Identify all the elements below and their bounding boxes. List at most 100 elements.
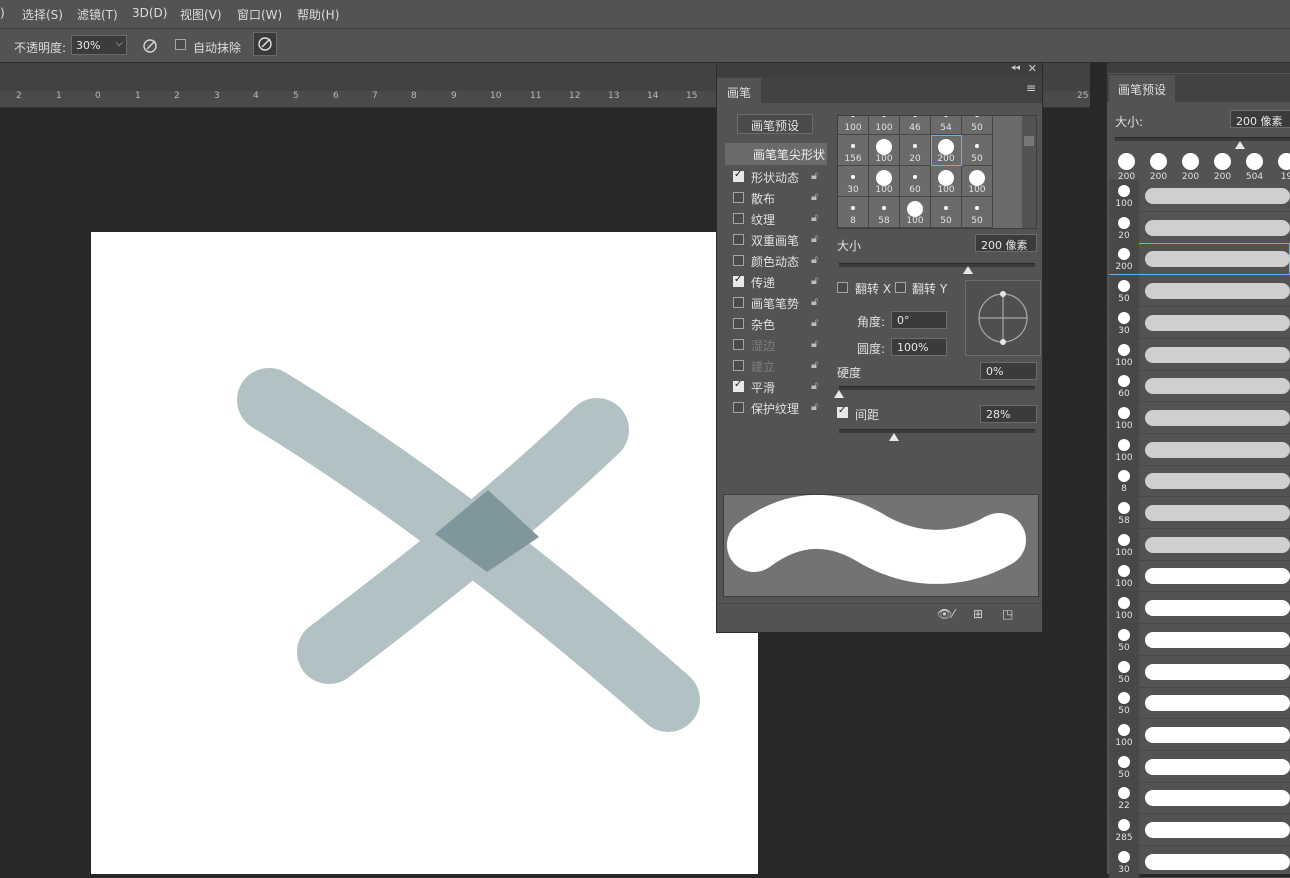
preset-row[interactable]: 100 — [1109, 338, 1290, 371]
brush-tip-cell[interactable]: 20 — [900, 135, 931, 166]
brush-tip-cell[interactable]: 60 — [900, 166, 931, 197]
brush-option-checkbox[interactable] — [733, 360, 744, 371]
lock-icon[interactable]: 🔓︎ — [811, 358, 818, 372]
preset-size-field[interactable]: 200 像素 — [1230, 110, 1290, 128]
lock-icon[interactable]: 🔓︎ — [811, 337, 818, 351]
brush-presets-button[interactable]: 画笔预设 — [737, 114, 813, 134]
brush-option-row[interactable]: 形状动态 🔓︎ — [725, 166, 825, 186]
size-field[interactable]: 200 像素 — [975, 234, 1037, 252]
flip-x-checkbox[interactable] — [837, 282, 848, 293]
lock-icon[interactable]: 🔓︎ — [811, 295, 818, 309]
brush-tip-cell[interactable]: 100 — [962, 166, 993, 197]
brush-tip-cell[interactable]: 58 — [869, 197, 900, 228]
tab-brush[interactable]: 画笔 — [717, 78, 762, 104]
size-slider[interactable] — [839, 263, 1035, 267]
preset-row[interactable]: 50 — [1109, 750, 1290, 783]
panel-title-strip[interactable]: ◂◂ ✕ — [717, 62, 1042, 77]
brush-option-checkbox[interactable] — [733, 169, 744, 182]
lock-icon[interactable]: 🔓︎ — [811, 316, 818, 330]
menu-item-view[interactable]: 视图(V) — [180, 6, 222, 23]
preset-row[interactable]: 8 — [1109, 465, 1290, 498]
preset-row[interactable]: 100 — [1109, 433, 1290, 466]
brush-tip-cell[interactable]: 8 — [838, 197, 869, 228]
brush-option-checkbox[interactable] — [733, 255, 744, 266]
spacing-checkbox[interactable] — [837, 405, 848, 418]
roundness-field[interactable]: 100% — [891, 338, 947, 356]
brush-tip-cell[interactable]: 200 — [931, 135, 962, 166]
brush-tip-cell[interactable]: 100 — [838, 116, 869, 135]
lock-icon[interactable]: 🔓︎ — [811, 211, 818, 225]
brush-tip-cell[interactable]: 100 — [869, 116, 900, 135]
brush-option-row[interactable]: 颜色动态 🔓︎ — [725, 250, 825, 270]
preset-row[interactable]: 100 — [1109, 401, 1290, 434]
preset-row[interactable]: 58 — [1109, 497, 1290, 529]
brush-tip-cell[interactable]: 50 — [962, 135, 993, 166]
chevron-down-icon[interactable]: ⌵ — [115, 38, 123, 49]
lock-icon[interactable]: 🔓︎ — [811, 169, 818, 183]
collapse-icon[interactable]: ◂◂ — [1011, 63, 1020, 73]
brush-tip-cell[interactable]: 100 — [869, 166, 900, 197]
brush-tip-cell[interactable]: 46 — [900, 116, 931, 135]
preset-row[interactable]: 50 — [1109, 623, 1290, 656]
preset-row[interactable]: 100 — [1109, 180, 1290, 212]
preset-row[interactable]: 100 — [1109, 560, 1290, 593]
brush-tip-cell[interactable]: 50 — [962, 116, 993, 135]
preset-row[interactable]: 30 — [1109, 306, 1290, 339]
pressure-size-button[interactable] — [253, 32, 277, 56]
preset-row[interactable]: 60 — [1109, 370, 1290, 403]
preset-row[interactable]: 100 — [1109, 592, 1290, 625]
preset-row[interactable]: 200 — [1109, 243, 1290, 276]
preset-row[interactable]: 50 — [1109, 687, 1290, 720]
brush-option-checkbox[interactable] — [733, 379, 744, 392]
menu-item-filter[interactable]: 滤镜(T) — [77, 6, 118, 23]
preset-row[interactable]: 30 — [1109, 845, 1290, 878]
brush-tip-cell[interactable]: 100 — [869, 135, 900, 166]
lock-icon[interactable]: 🔓︎ — [811, 274, 818, 288]
brush-option-row[interactable]: 画笔笔势 🔓︎ — [725, 292, 825, 312]
brush-option-checkbox[interactable] — [733, 213, 744, 224]
lock-icon[interactable]: 🔓︎ — [811, 400, 818, 414]
hardness-slider-knob[interactable] — [834, 390, 844, 398]
brush-option-checkbox[interactable] — [733, 192, 744, 203]
hardness-slider[interactable] — [839, 386, 1035, 390]
new-preset-icon[interactable]: ◳ — [1002, 607, 1013, 621]
brush-option-checkbox[interactable] — [733, 402, 744, 413]
lock-icon[interactable]: 🔓︎ — [811, 379, 818, 393]
brush-tip-cell[interactable]: 156 — [838, 135, 869, 166]
brush-option-checkbox[interactable] — [733, 274, 744, 287]
preset-row[interactable]: 285 — [1109, 814, 1290, 846]
brush-option-row[interactable]: 保护纹理 🔓︎ — [725, 397, 825, 417]
brush-option-row[interactable]: 传递 🔓︎ — [725, 271, 825, 291]
panel-menu-icon[interactable]: ≡ — [1026, 81, 1036, 95]
tip-grid-scrollbar[interactable] — [1022, 116, 1036, 228]
spacing-field[interactable]: 28% — [980, 405, 1037, 423]
brush-option-row[interactable]: 双重画笔 🔓︎ — [725, 229, 825, 249]
spacing-slider[interactable] — [839, 429, 1035, 433]
preset-row[interactable]: 100 — [1109, 528, 1290, 561]
brush-tip-cell[interactable]: 30 — [838, 166, 869, 197]
preset-row[interactable]: 100 — [1109, 718, 1290, 751]
hardness-field[interactable]: 0% — [980, 362, 1037, 380]
brush-tip-cell[interactable]: 50 — [962, 197, 993, 228]
preset-size-slider[interactable] — [1115, 137, 1290, 141]
flip-y-checkbox[interactable] — [895, 282, 906, 293]
airbrush-pressure-icon[interactable] — [141, 37, 159, 55]
menu-item-help[interactable]: 帮助(H) — [297, 6, 339, 23]
size-slider-knob[interactable] — [963, 266, 974, 274]
brush-option-checkbox[interactable] — [733, 339, 744, 350]
preset-row[interactable]: 22 — [1109, 782, 1290, 815]
grid-icon[interactable]: ⊞ — [973, 607, 983, 621]
brush-option-row[interactable]: 纹理 🔓︎ — [725, 208, 825, 228]
brush-tip-cell[interactable]: 100 — [900, 197, 931, 228]
toggle-proof-icon[interactable]: 👁︎⁄ — [937, 607, 954, 621]
brush-option-checkbox[interactable] — [733, 297, 744, 308]
angle-roundness-widget[interactable] — [965, 280, 1041, 356]
menu-item-3d[interactable]: 3D(D) — [132, 6, 167, 20]
menu-item-cut[interactable]: ) — [0, 6, 5, 20]
tab-brush-presets[interactable]: 画笔预设 — [1109, 75, 1176, 102]
auto-erase-checkbox[interactable] — [175, 39, 186, 50]
brush-tip-cell[interactable]: 54 — [931, 116, 962, 135]
preset-row[interactable]: 50 — [1109, 275, 1290, 308]
menu-item-window[interactable]: 窗口(W) — [237, 6, 282, 23]
brush-option-checkbox[interactable] — [733, 318, 744, 329]
